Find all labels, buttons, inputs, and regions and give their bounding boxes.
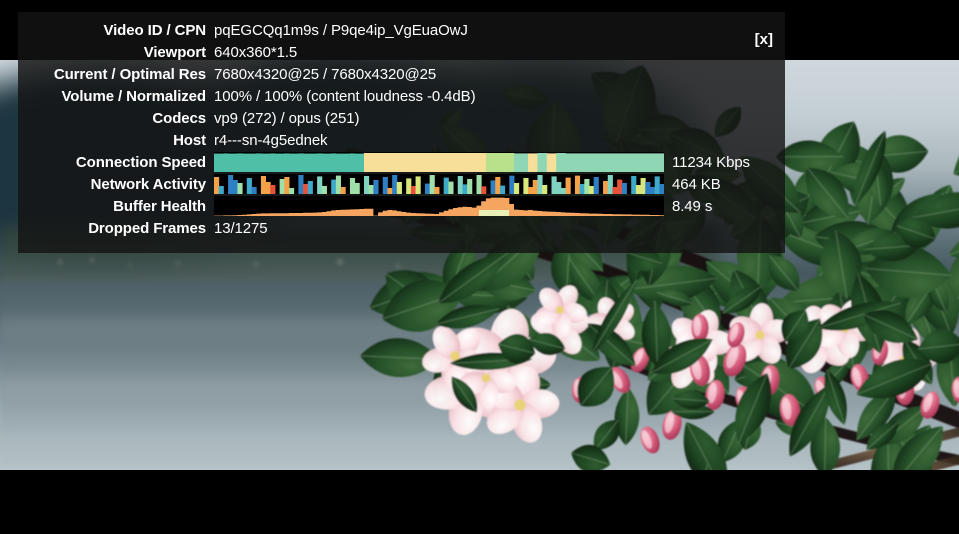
stat-label: Network Activity [90, 175, 206, 193]
close-icon[interactable]: [x] [755, 32, 773, 47]
stat-row: Dropped Frames 13/1275 [18, 217, 771, 239]
stat-label: Current / Optimal Res [53, 65, 206, 83]
stat-value: 11234 Kbps [672, 153, 750, 171]
stat-row: Volume / Normalized 100% / 100% (content … [18, 85, 771, 107]
stat-label: Buffer Health [113, 197, 206, 215]
stat-row: Buffer Health 8.49 s [18, 195, 771, 217]
stat-label: Host [173, 131, 206, 149]
network_activity-graph [214, 174, 664, 194]
stat-label: Volume / Normalized [61, 87, 206, 105]
stat-value: 7680x4320@25 / 7680x4320@25 [214, 65, 437, 83]
stat-value: pqEGCQq1m9s / P9qe4ip_VgEuaOwJ [214, 21, 468, 39]
stat-row: Video ID / CPN pqEGCQq1m9s / P9qe4ip_VgEu… [18, 19, 771, 41]
network_activity-sparkline: 464 KB [214, 174, 721, 194]
stat-label: Video ID / CPN [103, 21, 206, 39]
stat-row: Codecs vp9 (272) / opus (251) [18, 107, 771, 129]
stat-label: Codecs [152, 109, 206, 127]
connection_speed-sparkline: 11234 Kbps [214, 152, 750, 172]
stat-row: Network Activity 464 KB [18, 173, 771, 195]
stat-value: r4---sn-4g5ednek [214, 131, 328, 149]
stat-value: 640x360*1.5 [214, 43, 298, 61]
stat-row: Viewport 640x360*1.5 [18, 41, 771, 63]
stat-row: Host r4---sn-4g5ednek [18, 129, 771, 151]
video-player: [x] Video ID / CPN pqEGCQq1m9s / P9qe4ip_… [0, 0, 959, 534]
stat-row: Current / Optimal Res 7680x4320@25 / 7680… [18, 63, 771, 85]
buffer_health-sparkline: 8.49 s [214, 196, 712, 216]
connection_speed-graph [214, 152, 664, 172]
letterbox-bottom-bar [0, 470, 959, 534]
buffer_health-graph [214, 196, 664, 216]
stat-value: 8.49 s [672, 197, 713, 215]
stat-value: 13/1275 [214, 219, 268, 237]
stat-row: Connection Speed 11234 Kbps [18, 151, 771, 173]
stats-for-nerds-panel: [x] Video ID / CPN pqEGCQq1m9s / P9qe4ip_… [18, 12, 785, 253]
stat-label: Viewport [143, 43, 206, 61]
stat-value: 464 KB [672, 175, 721, 193]
stat-value: vp9 (272) / opus (251) [214, 109, 360, 127]
stat-value: 100% / 100% (content loudness -0.4dB) [214, 87, 476, 105]
stat-label: Connection Speed [75, 153, 206, 171]
stat-label: Dropped Frames [88, 219, 206, 237]
stats-rows: Video ID / CPN pqEGCQq1m9s / P9qe4ip_VgEu… [18, 19, 771, 239]
